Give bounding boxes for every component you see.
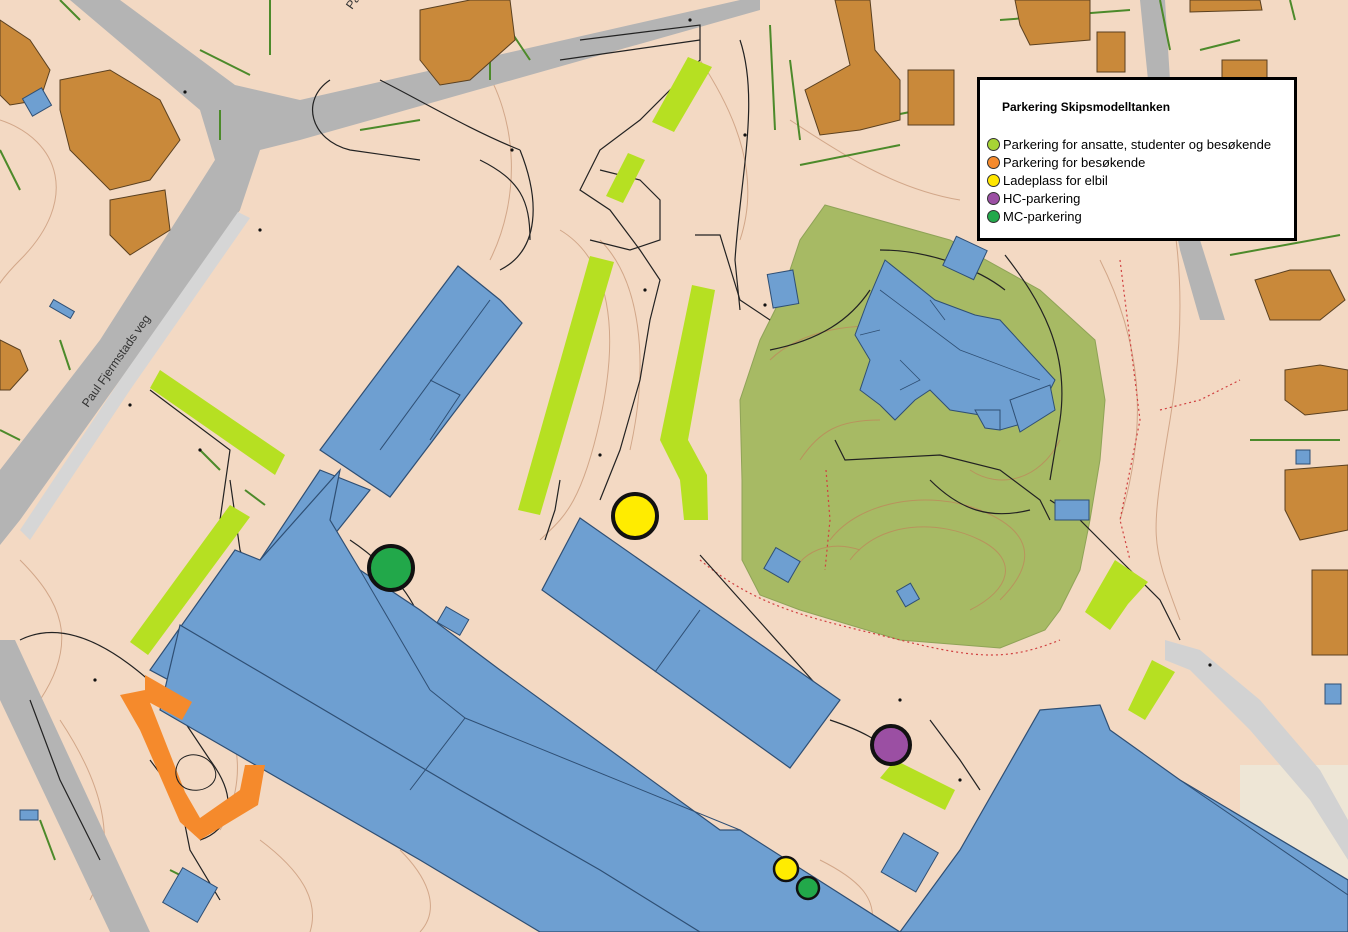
house-ne-2 bbox=[1096, 31, 1126, 73]
legend-label: Parkering for ansatte, studenter og besø… bbox=[1003, 136, 1272, 152]
ev-charger-marker-small[interactable] bbox=[772, 855, 800, 883]
house-n-3 bbox=[907, 69, 955, 126]
house-e-3 bbox=[1284, 464, 1348, 541]
shed-13 bbox=[19, 809, 39, 821]
legend-swatch-green bbox=[987, 137, 1000, 151]
mc-parking-marker-large[interactable] bbox=[367, 544, 415, 592]
map-legend: Parkering Skipsmodelltanken Parkering fo… bbox=[977, 77, 1297, 241]
legend-item-ev-charging: Ladeplass for elbil bbox=[987, 171, 1108, 189]
legend-swatch-dark-green bbox=[987, 209, 1000, 223]
legend-label: HC-parkering bbox=[1003, 190, 1081, 206]
legend-item-hc-parking: HC-parkering bbox=[987, 189, 1080, 207]
hc-parking-marker[interactable] bbox=[870, 724, 912, 766]
legend-swatch-purple bbox=[987, 191, 1000, 205]
legend-title: Parkering Skipsmodelltanken bbox=[1002, 100, 1171, 114]
legend-label: MC-parkering bbox=[1003, 208, 1082, 224]
house-ne-1 bbox=[1014, 0, 1091, 46]
house-e-2 bbox=[1284, 364, 1348, 416]
legend-label: Parkering for besøkende bbox=[1003, 154, 1146, 170]
shed-8 bbox=[1295, 449, 1311, 465]
ev-charger-marker-large[interactable] bbox=[611, 492, 659, 540]
house-e-4 bbox=[1311, 569, 1348, 656]
legend-item-mc-parking: MC-parkering bbox=[987, 207, 1082, 225]
shed-9 bbox=[1324, 683, 1342, 705]
mc-parking-marker-small[interactable] bbox=[795, 875, 821, 901]
legend-swatch-yellow bbox=[987, 173, 1000, 187]
legend-swatch-orange bbox=[987, 155, 1000, 169]
legend-item-general-parking: Parkering for ansatte, studenter og besø… bbox=[987, 135, 1271, 153]
shed-5 bbox=[1054, 499, 1090, 521]
house-ne-3 bbox=[1189, 0, 1263, 13]
legend-item-visitor-parking: Parkering for besøkende bbox=[987, 153, 1145, 171]
legend-label: Ladeplass for elbil bbox=[1003, 172, 1108, 188]
shed-3 bbox=[766, 269, 800, 309]
